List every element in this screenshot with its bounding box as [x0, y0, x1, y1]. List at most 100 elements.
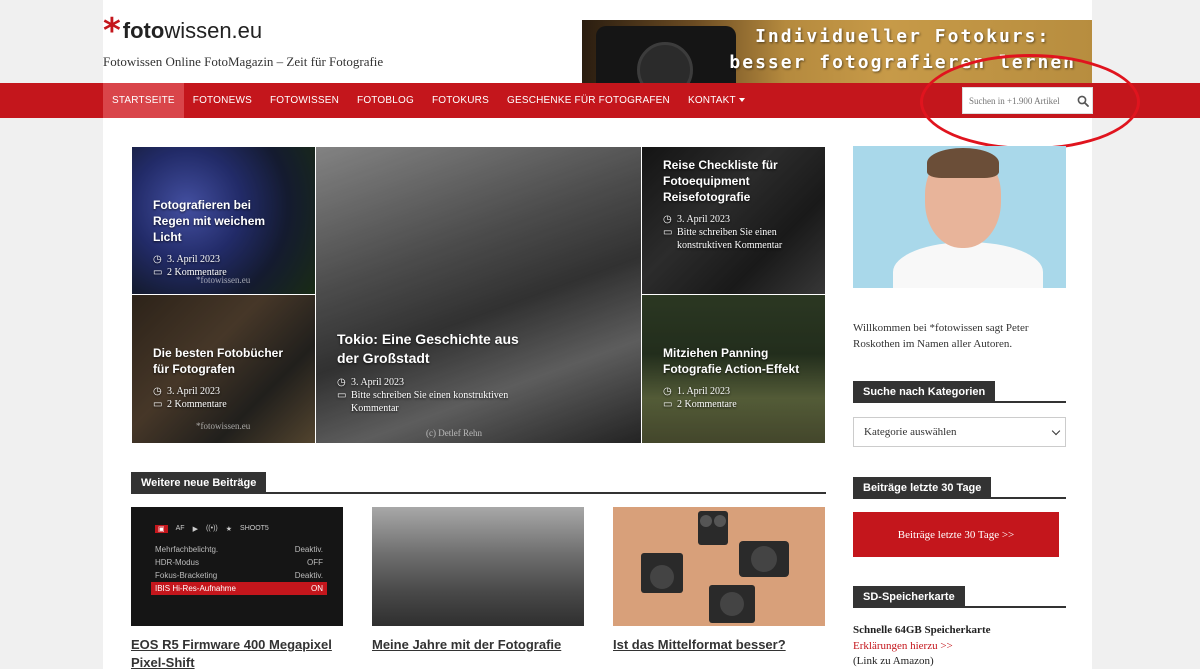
section-divider — [853, 606, 1066, 608]
section-label: Weitere neue Beiträge — [131, 472, 267, 494]
comment-icon: ▭ — [663, 399, 673, 410]
cameras-graphic — [641, 511, 789, 623]
camera-menu-tab: ▶ — [192, 526, 198, 533]
nav-kontakt[interactable]: KONTAKT — [679, 83, 754, 118]
post-comments[interactable]: Bitte schreiben Sie einen konstruktiven … — [677, 226, 803, 252]
section-divider — [131, 492, 826, 494]
nav-kontakt-label: KONTAKT — [687, 95, 736, 106]
clock-icon: ◷ — [153, 386, 162, 397]
category-select-value: Kategorie auswählen — [864, 426, 957, 438]
featured-post-regen[interactable]: Fotografieren bei Regen mit weichem Lich… — [131, 146, 316, 295]
nav-startseite[interactable]: STARTSEITE — [103, 83, 184, 118]
card-title-link[interactable]: Ist das Mittelformat besser? — [613, 637, 786, 652]
nav-fotoblog[interactable]: FOTOBLOG — [348, 83, 423, 118]
camera-menu-value: Deaktiv. — [294, 571, 323, 580]
camera-menu-tab: ((•)) — [205, 525, 218, 532]
card-title-mittelformat[interactable]: Ist das Mittelformat besser? — [613, 636, 825, 654]
section-divider — [853, 401, 1066, 403]
camera-menu-value: Deaktiv. — [294, 545, 323, 554]
camera-menu-tab: ★ — [225, 526, 233, 533]
nav-fotokurs[interactable]: FOTOKURS — [423, 83, 498, 118]
camera-menu-value: OFF — [307, 558, 323, 567]
sd-card-link[interactable]: Erklärungen hierzu >> — [853, 640, 953, 652]
post-date: 3. April 2023 — [167, 254, 221, 265]
camera-menu-label: Fokus-Bracketing — [155, 571, 218, 580]
watermark: *fotowissen.eu — [196, 421, 251, 431]
section-title-recent: Beiträge letzte 30 Tage — [853, 477, 992, 499]
fotokurs-banner[interactable]: Individueller Fotokurs: besser fotografi… — [582, 20, 1092, 83]
sd-card-title: Schnelle 64GB Speicherkarte — [853, 624, 991, 636]
clock-icon: ◷ — [663, 386, 672, 397]
comment-icon: ▭ — [337, 390, 347, 401]
post-comments[interactable]: 2 Kommentare — [677, 398, 737, 411]
search-box — [962, 87, 1093, 114]
section-label: SD-Speicherkarte — [853, 586, 965, 608]
post-comments[interactable]: 2 Kommentare — [167, 398, 227, 411]
featured-post-tokio[interactable]: Tokio: Eine Geschichte aus der Großstadt… — [315, 146, 642, 444]
author-portrait — [853, 146, 1066, 288]
caret-down-icon — [738, 98, 745, 103]
camera-menu-label: IBIS Hi-Res-Aufnahme — [155, 584, 236, 593]
card-image-eos-r5[interactable]: ▣ AF ▶ ((•)) ★ SHOOT5 Mehrfachbelichtg. D… — [131, 507, 343, 626]
star-logo-icon: * — [103, 11, 121, 51]
camera-menu-row: Mehrfachbelichtg. Deaktiv. — [151, 543, 327, 556]
featured-title[interactable]: Fotografieren bei Regen mit weichem Lich… — [153, 197, 288, 245]
post-comments[interactable]: Bitte schreiben Sie einen konstruktiven … — [351, 389, 537, 415]
section-label: Suche nach Kategorien — [853, 381, 996, 403]
site-tagline: Fotowissen Online FotoMagazin – Zeit für… — [103, 54, 384, 69]
featured-title[interactable]: Reise Checkliste für Fotoequipment Reise… — [663, 157, 803, 205]
featured-title[interactable]: Mitziehen Panning Fotografie Action-Effe… — [663, 345, 803, 377]
logo-text: fotowissen.eu — [122, 18, 263, 43]
comment-icon: ▭ — [153, 267, 163, 278]
search-icon[interactable] — [1075, 93, 1091, 109]
post-date: 3. April 2023 — [677, 214, 731, 225]
camera-menu-tab: AF — [175, 525, 185, 532]
camera-menu-row: HDR-Modus OFF — [151, 556, 327, 569]
comment-icon: ▭ — [663, 227, 673, 238]
recent-posts-button[interactable]: Beiträge letzte 30 Tage >> — [853, 512, 1059, 557]
camera-menu-tab: SHOOT5 — [240, 525, 269, 532]
nav-fotonews[interactable]: FOTONEWS — [184, 83, 261, 118]
card-title-link[interactable]: EOS R5 Firmware 400 Megapixel Pixel-Shif… — [131, 637, 332, 669]
comment-icon: ▭ — [153, 399, 163, 410]
camera-menu-row-selected: IBIS Hi-Res-Aufnahme ON — [151, 582, 327, 595]
post-date: 3. April 2023 — [351, 377, 405, 388]
featured-post-reise-checkliste[interactable]: Reise Checkliste für Fotoequipment Reise… — [641, 146, 826, 295]
camera-menu-graphic: ▣ AF ▶ ((•)) ★ SHOOT5 Mehrfachbelichtg. D… — [151, 523, 327, 595]
section-title-categories: Suche nach Kategorien — [853, 381, 996, 403]
search-input[interactable] — [963, 95, 1075, 106]
site-logo[interactable]: * fotowissen.eu — [103, 11, 263, 51]
camera-menu-label: Mehrfachbelichtg. — [155, 545, 219, 554]
camera-menu-label: HDR-Modus — [155, 558, 200, 567]
card-image-mittelformat[interactable] — [613, 507, 825, 626]
chevron-down-icon — [1051, 426, 1061, 435]
watermark: (c) Detlef Rehn — [426, 428, 482, 438]
nav-geschenke[interactable]: GESCHENKE FÜR FOTOGRAFEN — [498, 83, 679, 118]
featured-post-fotobuecher[interactable]: Die besten Fotobücher für Fotografen ◷ 3.… — [131, 294, 316, 444]
clock-icon: ◷ — [337, 377, 346, 388]
clock-icon: ◷ — [663, 214, 672, 225]
card-image-jahre-fotografie[interactable] — [372, 507, 584, 626]
banner-line-2: besser fotografieren lernen — [729, 52, 1076, 73]
banner-text: Individueller Fotokurs: besser fotografi… — [729, 24, 1076, 76]
watermark: *fotowissen.eu — [196, 275, 251, 285]
camera-menu-tab: ▣ — [155, 525, 168, 533]
featured-post-mitziehen[interactable]: Mitziehen Panning Fotografie Action-Effe… — [641, 294, 826, 444]
card-title-link[interactable]: Meine Jahre mit der Fotografie — [372, 637, 561, 652]
section-title-more-posts: Weitere neue Beiträge — [131, 472, 267, 494]
banner-line-1: Individueller Fotokurs: — [755, 26, 1051, 47]
card-title-eos-r5[interactable]: EOS R5 Firmware 400 Megapixel Pixel-Shif… — [131, 636, 343, 669]
featured-title[interactable]: Die besten Fotobücher für Fotografen — [153, 345, 293, 377]
sd-card-note: (Link zu Amazon) — [853, 655, 934, 667]
section-title-sd: SD-Speicherkarte — [853, 586, 965, 608]
category-select[interactable]: Kategorie auswählen — [853, 417, 1066, 447]
featured-title[interactable]: Tokio: Eine Geschichte aus der Großstadt — [337, 330, 537, 368]
section-label: Beiträge letzte 30 Tage — [853, 477, 992, 499]
post-date: 1. April 2023 — [677, 386, 731, 397]
section-divider — [853, 497, 1066, 499]
card-title-jahre-fotografie[interactable]: Meine Jahre mit der Fotografie — [372, 636, 584, 654]
camera-menu-row: Fokus-Bracketing Deaktiv. — [151, 569, 327, 582]
camera-menu-value: ON — [311, 584, 323, 593]
nav-fotowissen[interactable]: FOTOWISSEN — [261, 83, 348, 118]
clock-icon: ◷ — [153, 254, 162, 265]
